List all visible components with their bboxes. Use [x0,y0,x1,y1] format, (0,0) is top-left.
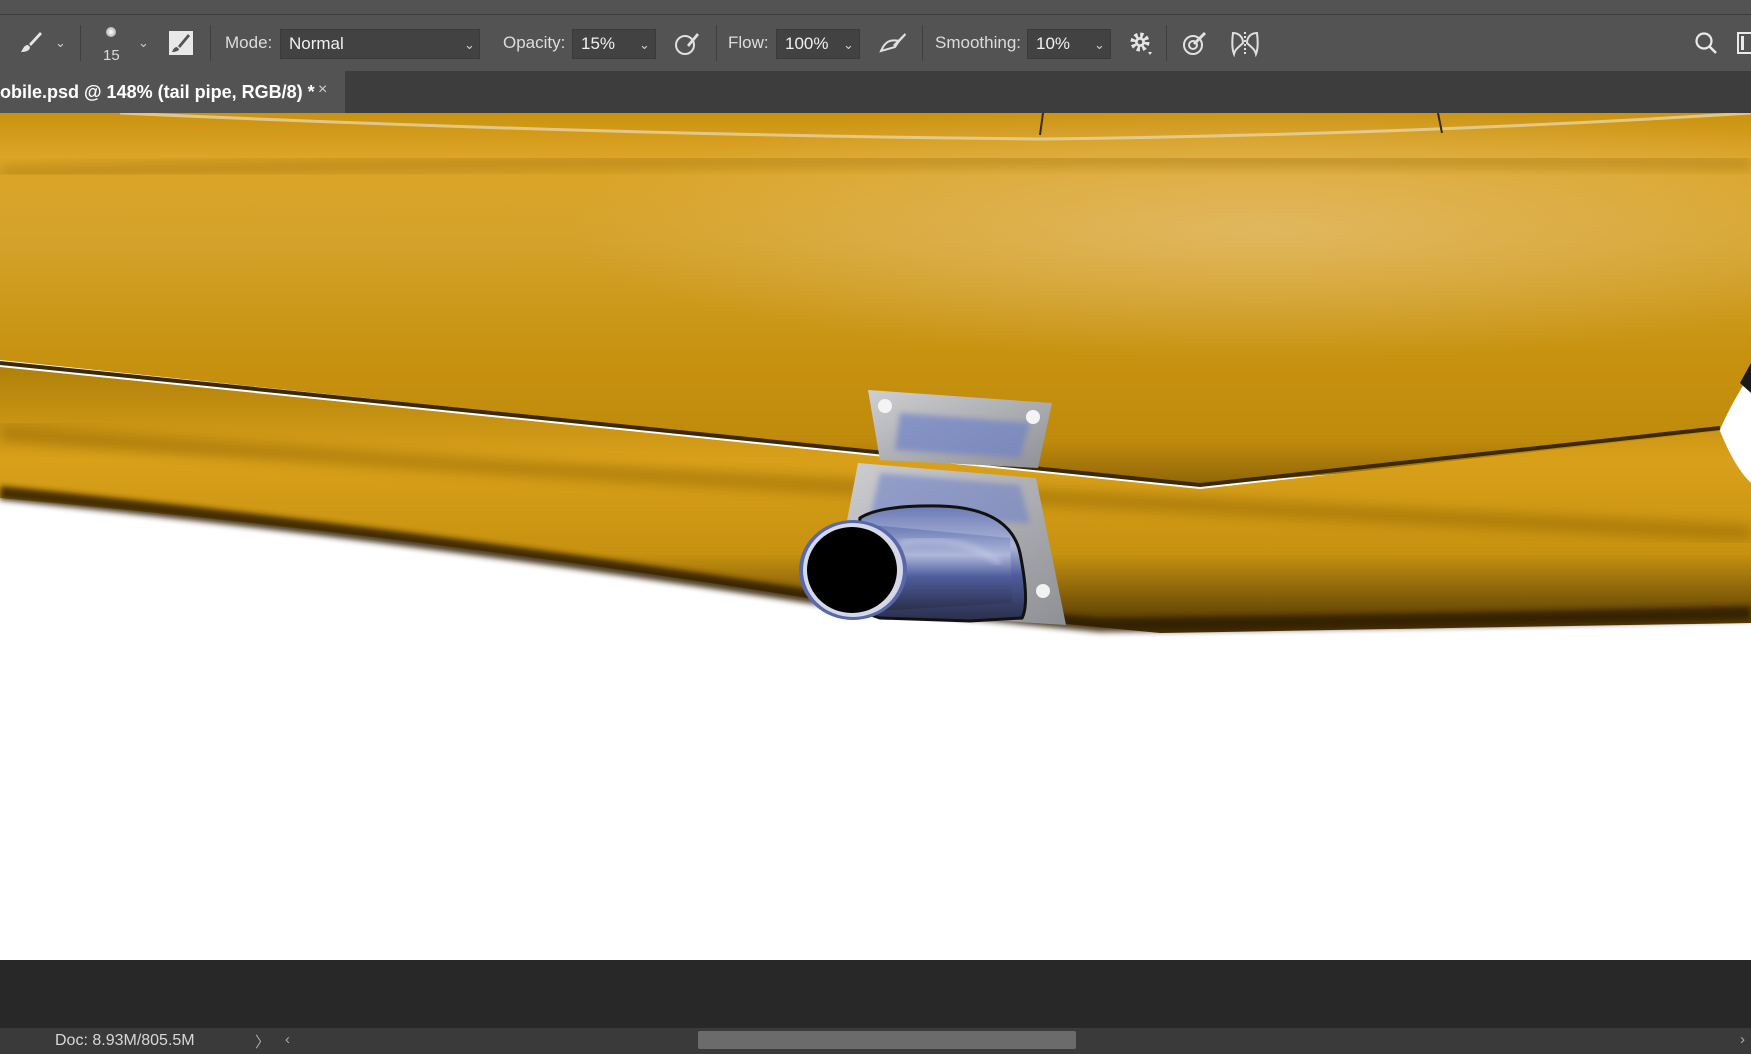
menu-bar [0,0,1751,14]
opacity-field[interactable]: 15% ⌄ [572,29,656,59]
close-icon[interactable]: × [318,81,327,99]
brush-size-value: 15 [103,47,120,64]
mode-value: Normal [289,34,344,53]
gear-icon[interactable] [1128,30,1154,58]
pressure-opacity-icon[interactable] [673,29,701,57]
car-rear-artwork [0,113,1751,633]
chevron-down-icon: ⌄ [1094,37,1105,52]
search-icon[interactable] [1694,31,1718,55]
chevron-down-icon: ⌄ [843,37,854,52]
tool-options-bar: ⌄ 15 ⌄ Mode: Normal ⌄ Opacity: 15% ⌄ Flo… [0,14,1751,72]
mode-label: Mode: [225,33,273,52]
document-tab-title: obile.psd @ 148% (tail pipe, RGB/8) * [0,82,315,102]
document-tab[interactable]: obile.psd @ 148% (tail pipe, RGB/8) * × [0,71,345,113]
scroll-left-arrow[interactable]: ‹ [285,1031,290,1048]
opacity-label: Opacity: [503,33,566,52]
mode-select[interactable]: Normal ⌄ [280,29,480,59]
smoothing-value: 10% [1036,34,1071,53]
brush-panel-toggle-icon[interactable] [168,30,194,56]
status-menu-arrow[interactable]: 〉 [255,1031,270,1052]
symmetry-icon[interactable] [1230,29,1260,57]
chevron-down-icon: ⌄ [464,37,475,52]
airbrush-icon[interactable] [877,31,907,55]
document-size-readout[interactable]: Doc: 8.93M/805.5M [55,1032,195,1050]
brush-tool-icon[interactable] [18,29,44,55]
brush-preset-dropdown[interactable]: ⌄ [138,35,149,51]
brush-preview-icon[interactable] [106,27,116,37]
angle-icon[interactable] [1181,29,1209,57]
status-bar: Doc: 8.93M/805.5M 〉 ‹ › [0,1027,1751,1054]
document-tab-bar: obile.psd @ 148% (tail pipe, RGB/8) * × [0,71,1751,113]
smoothing-label: Smoothing: [935,33,1021,52]
flow-value: 100% [785,34,829,53]
opacity-value: 15% [581,34,616,53]
pasteboard-area [0,960,1751,1027]
flow-label: Flow: [728,33,769,52]
workspace-icon[interactable] [1737,31,1751,55]
scroll-right-arrow[interactable]: › [1740,1031,1745,1048]
horizontal-scrollbar-thumb[interactable] [698,1031,1076,1049]
tool-preset-dropdown[interactable]: ⌄ [55,35,66,51]
smoothing-field[interactable]: 10% ⌄ [1027,29,1111,59]
flow-field[interactable]: 100% ⌄ [776,29,860,59]
chevron-down-icon: ⌄ [639,37,650,52]
document-canvas[interactable] [0,113,1751,960]
